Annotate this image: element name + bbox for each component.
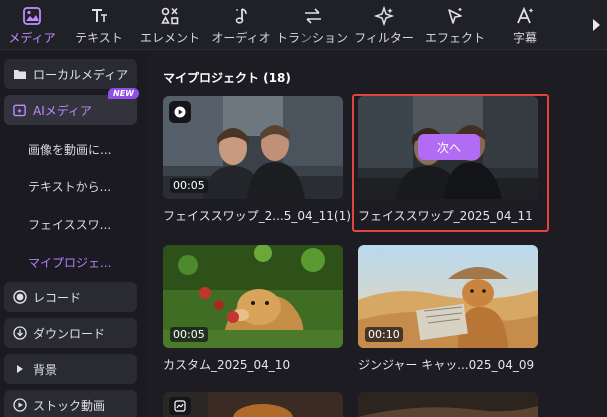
tool-media[interactable]: メディア [4, 0, 60, 50]
project-thumbnail: 00:05 [163, 245, 343, 348]
elements-icon [139, 5, 201, 27]
tool-transition[interactable]: トランション [276, 0, 348, 50]
sidebar-item-stock-video[interactable]: ストック動画 [4, 390, 137, 417]
tool-effect[interactable]: エフェクト [423, 0, 487, 50]
sidebar-item-local-media[interactable]: ローカルメディア [4, 59, 137, 89]
project-caption: カスタム_2025_04_10 [163, 358, 291, 372]
project-caption: フェイススワップ_2...5_04_11(1) [163, 209, 351, 223]
tool-filter[interactable]: フィルター [352, 0, 416, 50]
sidebar-subitem-image-to-video[interactable]: 画像を動画に... [28, 141, 111, 161]
project-caption: フェイススワップ_2025_04_11 [358, 209, 533, 223]
project-caption: ジンジャー キャッ...025_04_09 [358, 358, 535, 372]
ai-media-icon [13, 103, 27, 117]
effect-icon [423, 5, 487, 27]
sidebar-subitem-face-swap[interactable]: フェイススワ... [28, 216, 111, 236]
tool-label: エフェクト [424, 31, 485, 45]
toolbar-scroll-right-button[interactable] [585, 0, 607, 50]
sidebar-item-label: ダウンロード [33, 326, 106, 341]
record-icon [13, 290, 27, 304]
main-panel: マイプロジェクト (18) 00:05 フェイススワップ_2...5_04_11… [146, 51, 607, 417]
sidebar-item-label: レコード [33, 290, 82, 305]
tool-caption[interactable]: 字幕 [497, 0, 553, 50]
audio-icon [208, 5, 274, 27]
sidebar-subitem-my-projects[interactable]: マイプロジェ... [28, 254, 111, 274]
caption-icon [497, 5, 553, 27]
sidebar-item-label: AIメディア [33, 103, 92, 118]
new-badge: NEW [108, 88, 139, 99]
tool-text[interactable]: テキスト [70, 0, 128, 50]
sidebar-item-record[interactable]: レコード [4, 282, 137, 312]
sidebar-item-label: 背景 [33, 362, 58, 377]
tool-audio[interactable]: オーディオ [208, 0, 274, 50]
transition-icon [280, 5, 346, 27]
play-icon [169, 101, 191, 123]
tool-elements[interactable]: エレメント [139, 0, 201, 50]
sidebar: ローカルメディア AIメディア NEW 画像を動画に... テキストから... … [0, 51, 146, 417]
sidebar-item-label: ストック動画 [33, 398, 106, 413]
sidebar-item-label: ローカルメディア [33, 67, 129, 82]
sidebar-subitem-text-to[interactable]: テキストから... [28, 178, 111, 198]
tool-label: オーディオ [211, 31, 271, 45]
tool-label: トランション [276, 31, 349, 45]
chevron-right-icon [593, 19, 600, 31]
caret-right-icon [13, 362, 27, 376]
image-edit-icon [169, 397, 191, 415]
tool-label: エレメント [139, 31, 200, 45]
project-thumbnail [163, 392, 343, 417]
media-icon [4, 5, 60, 27]
tool-label: テキスト [75, 31, 123, 45]
download-icon [13, 326, 27, 340]
duration-badge: 00:10 [365, 327, 403, 342]
sidebar-item-download[interactable]: ダウンロード [4, 318, 137, 348]
tool-label: フィルター [354, 31, 414, 45]
top-toolbar: メディア テキスト エレメント オーディオ トランション フィルター エフェクト… [0, 0, 607, 50]
tool-label: メディア [8, 31, 56, 45]
duration-badge: 00:05 [170, 327, 208, 342]
text-icon [70, 5, 128, 27]
filter-icon [352, 5, 416, 27]
project-thumbnail: 00:05 [163, 96, 343, 199]
section-title: マイプロジェクト (18) [163, 71, 291, 85]
sidebar-item-background[interactable]: 背景 [4, 354, 137, 384]
sidebar-item-ai-media[interactable]: AIメディア NEW [4, 88, 139, 125]
tool-label: 字幕 [512, 31, 537, 45]
project-thumbnail: 00:10 [358, 245, 538, 348]
project-thumbnail [358, 392, 538, 417]
project-thumbnail: 次へ [358, 96, 538, 199]
duration-badge: 00:05 [170, 178, 208, 193]
folder-icon [13, 67, 27, 81]
next-button[interactable]: 次へ [418, 134, 480, 160]
stock-video-icon [13, 398, 27, 412]
